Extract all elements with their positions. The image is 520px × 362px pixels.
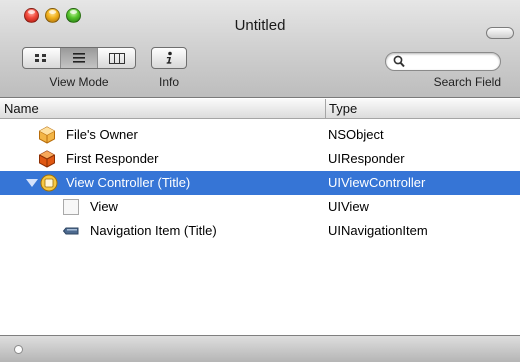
info-button[interactable] xyxy=(151,47,187,69)
column-view-button[interactable] xyxy=(98,48,135,68)
row-name: File's Owner xyxy=(66,127,138,142)
table-row-selected[interactable]: View Controller (Title) UIViewController xyxy=(0,171,520,195)
table-row[interactable]: File's Owner NSObject xyxy=(0,123,520,147)
table-row[interactable]: View UIView xyxy=(0,195,520,219)
info-icon xyxy=(166,51,172,64)
table-row[interactable]: First Responder UIResponder xyxy=(0,147,520,171)
row-type: UIView xyxy=(328,199,369,214)
toolbar-toggle-button[interactable] xyxy=(486,27,514,39)
status-bar xyxy=(0,335,520,362)
column-divider[interactable] xyxy=(325,99,326,119)
column-header-type[interactable]: Type xyxy=(329,101,357,116)
first-responder-icon xyxy=(39,150,55,168)
view-mode-control xyxy=(22,47,136,69)
row-name: First Responder xyxy=(66,151,159,166)
columns-icon xyxy=(108,52,125,64)
document-window: Untitled View Mode Info Search Field Nam… xyxy=(0,0,520,362)
icon-view-button[interactable] xyxy=(23,48,61,68)
cube-icon xyxy=(39,126,55,144)
column-header-name[interactable]: Name xyxy=(4,101,39,116)
info-label: Info xyxy=(158,75,179,89)
outline-header: Name Type xyxy=(0,99,520,119)
row-name: View Controller (Title) xyxy=(66,175,191,190)
table-row[interactable]: Navigation Item (Title) UINavigationItem xyxy=(0,219,520,243)
row-type: UIViewController xyxy=(328,175,426,190)
row-type: UINavigationItem xyxy=(328,223,428,238)
toolbar: Untitled View Mode Info Search Field xyxy=(0,0,520,98)
disclosure-triangle-icon[interactable] xyxy=(26,179,38,187)
list-view-button[interactable] xyxy=(60,48,99,68)
resize-grip-icon[interactable] xyxy=(14,345,23,354)
window-title: Untitled xyxy=(234,17,286,34)
icon-grid-icon xyxy=(35,54,47,62)
list-icon xyxy=(73,53,85,63)
search-field-label: Search Field xyxy=(433,75,501,89)
row-name: Navigation Item (Title) xyxy=(90,223,217,238)
navigation-item-icon xyxy=(62,227,79,235)
search-icon xyxy=(393,55,405,68)
view-mode-label: View Mode xyxy=(49,75,109,89)
search-input[interactable] xyxy=(408,54,496,69)
row-type: UIResponder xyxy=(328,151,405,166)
search-field[interactable] xyxy=(385,52,501,71)
row-name: View xyxy=(90,199,118,214)
row-type: NSObject xyxy=(328,127,384,142)
view-icon xyxy=(63,199,79,215)
view-controller-icon xyxy=(40,174,58,192)
